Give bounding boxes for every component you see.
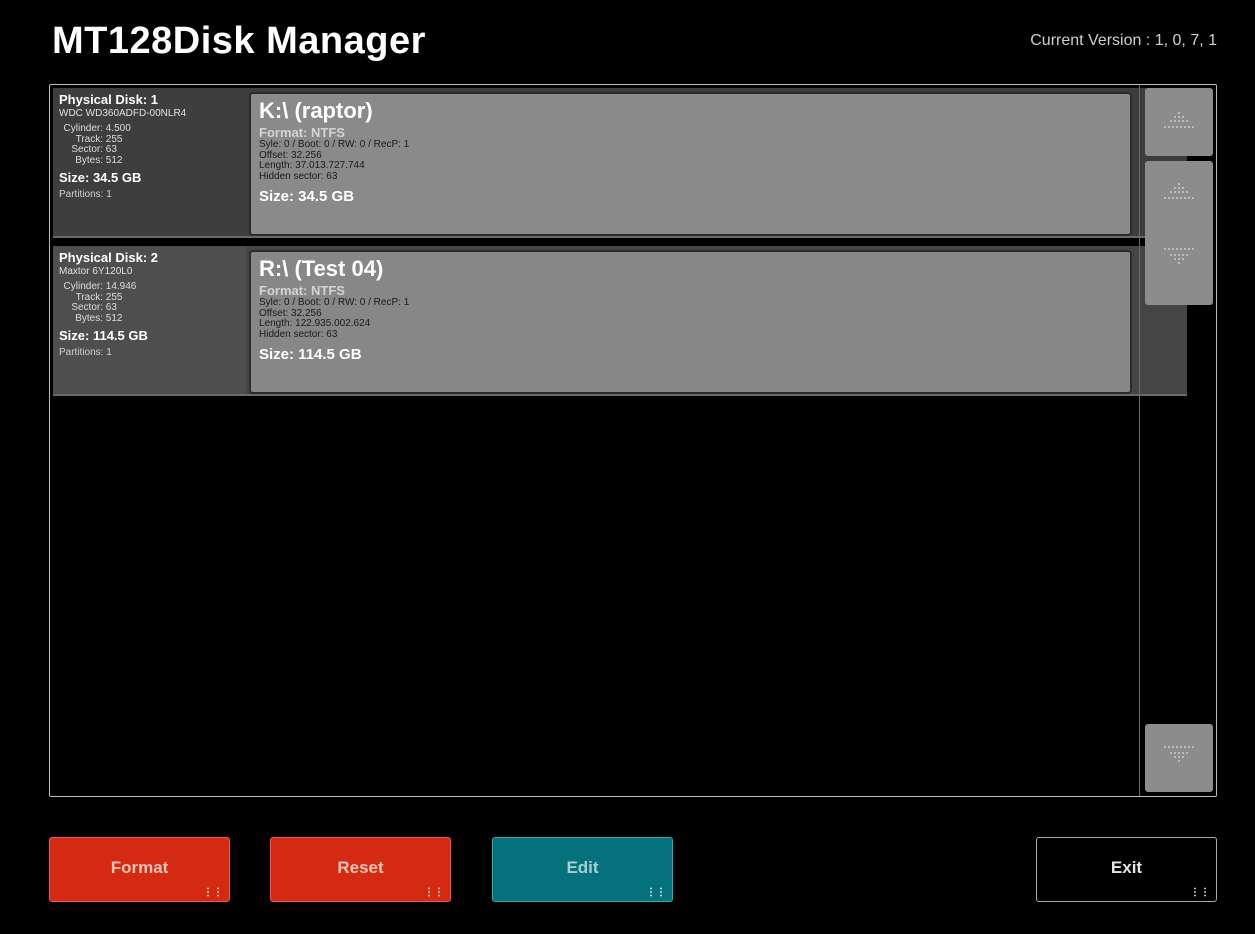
disk-size: Size: 34.5 GB	[59, 170, 142, 185]
disk-geometry: Cylinder: 14.946 Track: 255 Sector: 63 B…	[59, 281, 240, 324]
partition-format: Format: NTFS	[259, 125, 345, 140]
partition-name: R:\ (Test 04)	[259, 256, 384, 281]
partition-format: Format: NTFS	[259, 283, 345, 298]
exit-button-label: Exit	[1110, 857, 1143, 877]
grip-icon: ⋮⋮	[203, 887, 223, 898]
sector-value: 63	[105, 302, 117, 313]
partition-offset: Offset: 32.256	[259, 307, 322, 319]
down-arrow-icon	[1164, 248, 1194, 264]
version-label: Current Version : 1, 0, 7, 1	[1030, 32, 1217, 49]
edit-button-label: Edit	[566, 857, 599, 877]
disk-heading: Physical Disk: 2	[59, 250, 158, 265]
disk-partition-count: Partitions: 1	[59, 347, 112, 358]
partition-card[interactable]: R:\ (Test 04) Format: NTFS Syle: 0 / Boo…	[249, 250, 1132, 394]
bytes-value: 512	[105, 312, 123, 324]
partition-flags: Syle: 0 / Boot: 0 / RW: 0 / RecP: 1	[259, 139, 410, 150]
track-value: 255	[105, 133, 123, 145]
disk-geometry: Cylinder: 4.500 Track: 255 Sector: 63 By…	[59, 123, 240, 166]
disk-info[interactable]: Physical Disk: 1 WDC WD360ADFD-00NLR4 Cy…	[53, 88, 246, 236]
cylinder-label: Cylinder:	[63, 281, 103, 292]
partition-size: Size: 34.5 GB	[259, 188, 355, 205]
cylinder-value: 14.946	[105, 281, 137, 292]
disk-partition-count: Partitions: 1	[59, 189, 112, 200]
up-arrow-icon	[1164, 183, 1194, 199]
grip-icon: ⋮⋮	[1190, 887, 1210, 898]
sector-label: Sector:	[71, 144, 103, 155]
partition-size: Size: 114.5 GB	[259, 346, 362, 363]
disk-size: Size: 114.5 GB	[59, 328, 148, 343]
format-button-label: Format	[110, 857, 169, 877]
disk-info[interactable]: Physical Disk: 2 Maxtor 6Y120L0 Cylinder…	[53, 246, 246, 394]
grip-icon: ⋮⋮	[646, 887, 666, 898]
scroll-top-button[interactable]	[1145, 88, 1213, 156]
bytes-label: Bytes:	[75, 154, 103, 166]
partition-hidden-sector: Hidden sector: 63	[259, 170, 338, 182]
grip-icon: ⋮⋮	[424, 887, 444, 898]
edit-button[interactable]: Edit ⋮⋮	[492, 837, 673, 902]
sector-value: 63	[105, 144, 117, 155]
bytes-value: 512	[105, 154, 123, 166]
partition-flags: Syle: 0 / Boot: 0 / RW: 0 / RecP: 1	[259, 297, 410, 308]
exit-button[interactable]: Exit ⋮⋮	[1036, 837, 1217, 902]
partition-name: K:\ (raptor)	[259, 98, 373, 123]
double-up-arrow-icon	[1164, 112, 1194, 128]
cylinder-value: 4.500	[105, 123, 131, 134]
sector-label: Sector:	[71, 302, 103, 313]
disk-list-panel: Physical Disk: 1 WDC WD360ADFD-00NLR4 Cy…	[49, 84, 1217, 797]
scroll-updown-button[interactable]	[1145, 161, 1213, 305]
partition-hidden-sector: Hidden sector: 63	[259, 328, 338, 340]
scroll-column	[1139, 85, 1216, 796]
double-down-arrow-icon	[1164, 746, 1194, 762]
partition-offset: Offset: 32.256	[259, 149, 322, 161]
reset-button-label: Reset	[337, 857, 384, 877]
disk-row[interactable]: Physical Disk: 1 WDC WD360ADFD-00NLR4 Cy…	[53, 88, 1187, 238]
partition-length: Length: 122.935.002.624	[259, 318, 371, 329]
scroll-bottom-button[interactable]	[1145, 724, 1213, 792]
format-button[interactable]: Format ⋮⋮	[49, 837, 230, 902]
cylinder-label: Cylinder:	[63, 123, 103, 134]
partition-length: Length: 37.013.727.744	[259, 160, 365, 171]
reset-button[interactable]: Reset ⋮⋮	[270, 837, 451, 902]
partition-card[interactable]: K:\ (raptor) Format: NTFS Syle: 0 / Boot…	[249, 92, 1132, 236]
disk-model: WDC WD360ADFD-00NLR4	[59, 108, 187, 119]
disk-row[interactable]: Physical Disk: 2 Maxtor 6Y120L0 Cylinder…	[53, 246, 1187, 396]
disk-heading: Physical Disk: 1	[59, 92, 158, 107]
track-value: 255	[105, 291, 123, 303]
bytes-label: Bytes:	[75, 312, 103, 324]
app-title: MT128Disk Manager	[52, 20, 426, 62]
disk-model: Maxtor 6Y120L0	[59, 266, 133, 277]
